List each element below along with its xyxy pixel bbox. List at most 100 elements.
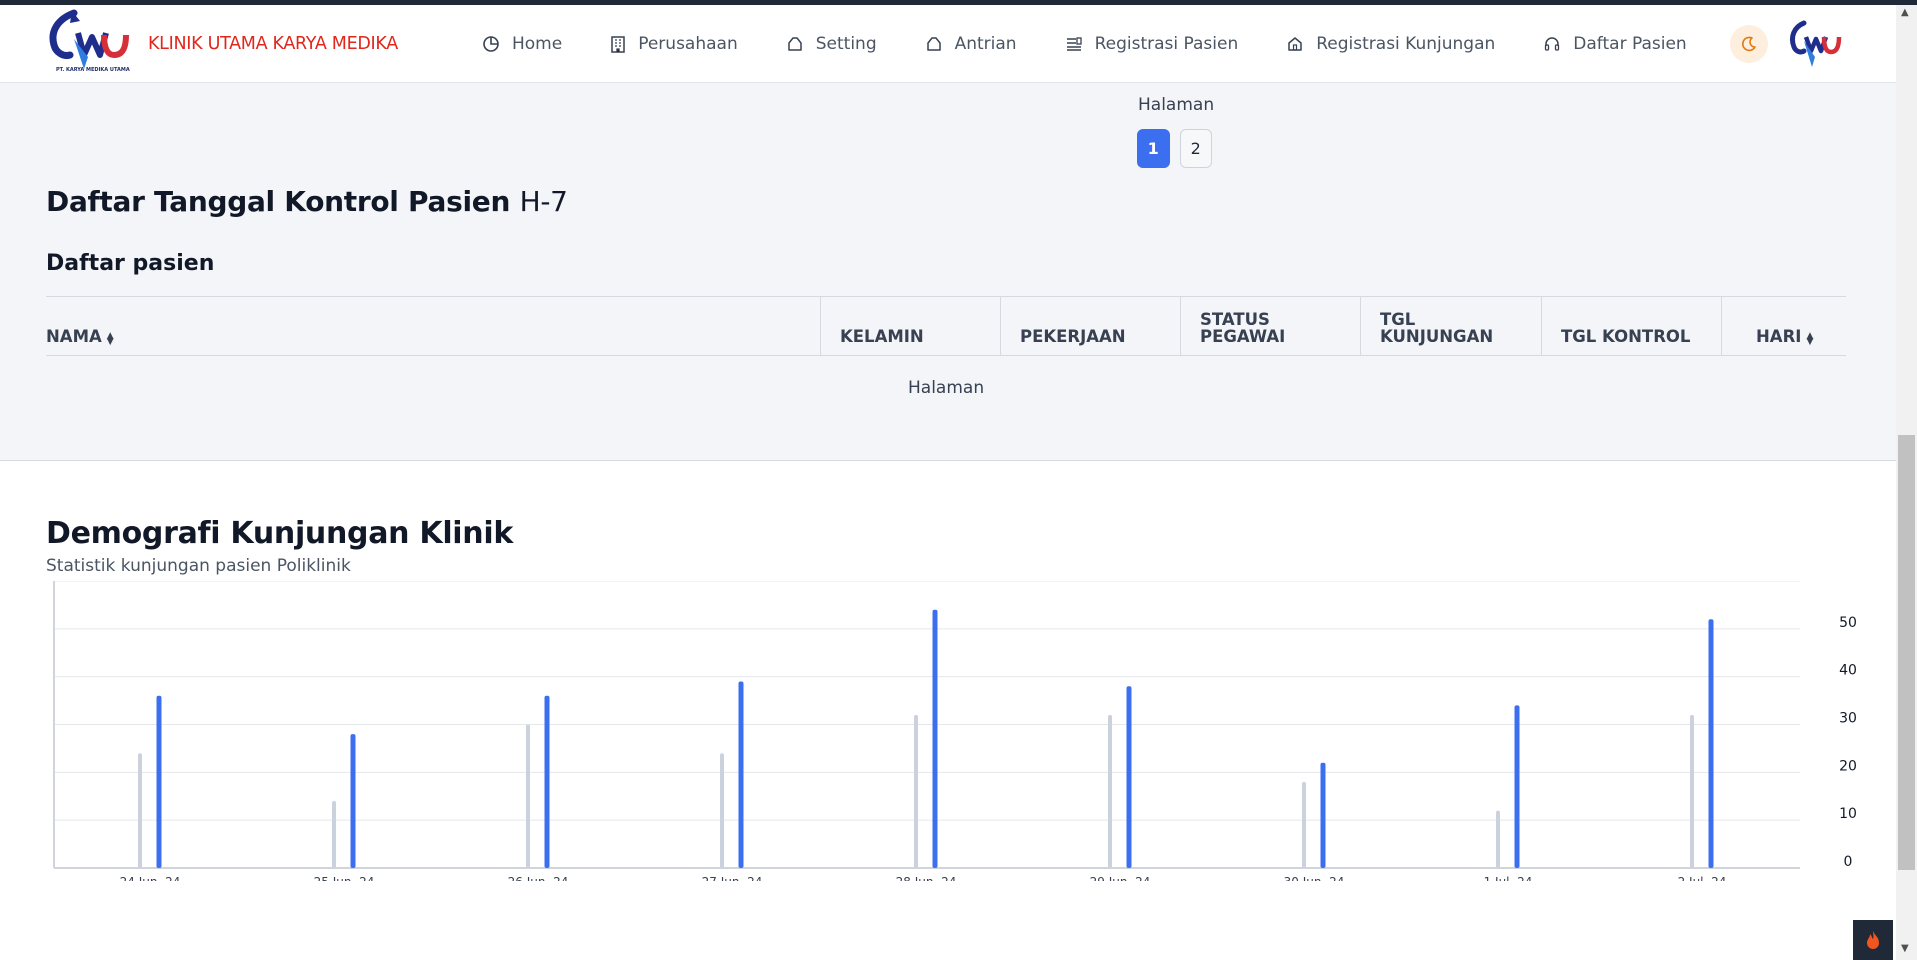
bar: [332, 801, 336, 868]
building-icon: [611, 36, 625, 53]
column-label-hari: HARI: [1756, 327, 1802, 346]
moon-icon: [1742, 36, 1756, 52]
bar: [526, 724, 530, 868]
page-2-button[interactable]: 2: [1179, 129, 1212, 168]
nav-setting-label: Setting: [815, 34, 877, 54]
nav-registrasi-kunjungan-label: Registrasi Kunjungan: [1316, 34, 1496, 54]
scrollbar[interactable]: ▲ ▼: [1896, 5, 1917, 960]
bar: [1708, 619, 1714, 868]
list-icon: [1066, 37, 1082, 51]
nav-setting[interactable]: Setting: [786, 34, 877, 54]
h7-section-title: Daftar Tanggal Kontrol Pasien H-7: [46, 185, 568, 218]
demografi-title: Demografi Kunjungan Klinik: [46, 516, 513, 551]
bar: [914, 714, 918, 868]
bar: [932, 609, 938, 868]
column-header-hari[interactable]: HARI ▲ ▼: [1721, 297, 1846, 355]
floating-action-button[interactable]: [1853, 920, 1893, 960]
h7-title-light: H-7: [519, 185, 568, 218]
bar: [1302, 781, 1306, 868]
nav-registrasi-pasien[interactable]: Registrasi Pasien: [1065, 34, 1239, 54]
column-label-tgl-kontrol: TGL KONTROL: [1561, 327, 1691, 346]
y-tick-label: 0: [1844, 854, 1853, 870]
bar: [138, 753, 142, 868]
nav-perusahaan-label: Perusahaan: [638, 34, 738, 54]
x-tick-label: 24 Jun, 24: [120, 875, 181, 881]
y-tick-label: 30: [1839, 711, 1857, 727]
column-header-tgl-kunjungan: TGL KUNJUNGAN: [1360, 297, 1541, 355]
x-tick-label: 2 Jul, 24: [1678, 875, 1727, 881]
nav-registrasi-kunjungan[interactable]: Registrasi Kunjungan: [1286, 34, 1495, 54]
column-label-status-pegawai: STATUS PEGAWAI: [1200, 310, 1286, 346]
brand[interactable]: PT. KARYA MEDIKA UTAMA KLINIK UTAMA KARY…: [44, 9, 398, 79]
y-tick-label: 20: [1839, 758, 1857, 774]
y-tick-label: 60: [1839, 581, 1857, 583]
column-label-tgl-kunjungan: TGL KUNJUNGAN: [1380, 310, 1494, 346]
nav-perusahaan[interactable]: Perusahaan: [610, 34, 738, 54]
logo-subtitle: PT. KARYA MEDIKA UTAMA: [56, 67, 130, 73]
clinic-logo: PT. KARYA MEDIKA UTAMA: [44, 9, 134, 79]
column-header-status-pegawai: STATUS PEGAWAI: [1180, 297, 1360, 355]
pagination-label: Halaman: [1138, 95, 1215, 115]
bar: [1496, 810, 1500, 868]
bar: [1514, 705, 1520, 868]
column-header-pekerjaan: PEKERJAAN: [1000, 297, 1180, 355]
home-icon: [1288, 37, 1302, 51]
pagination-buttons: 1 2: [1137, 129, 1212, 168]
h7-title-bold: Daftar Tanggal Kontrol Pasien: [46, 185, 511, 218]
scroll-down-arrow-icon[interactable]: ▼: [1901, 943, 1909, 954]
scroll-up-arrow-icon[interactable]: ▲: [1901, 7, 1909, 18]
column-header-kelamin: KELAMIN: [820, 297, 1000, 355]
headset-icon: [1545, 37, 1560, 51]
bar: [350, 734, 356, 868]
column-label-pekerjaan: PEKERJAAN: [1020, 327, 1126, 346]
demografi-section: Demografi Kunjungan Klinik Statistik kun…: [0, 461, 1896, 960]
bar: [1126, 686, 1132, 868]
x-tick-label: 29 Jun, 24: [1090, 875, 1151, 881]
nav-home[interactable]: Home: [482, 34, 562, 54]
column-header-nama[interactable]: NAMA ▲ ▼: [46, 297, 820, 355]
demografi-subtitle: Statistik kunjungan pasien Poliklinik: [46, 556, 351, 576]
pagination-top: Halaman 1 2: [1137, 95, 1215, 168]
table-pagination-label: Halaman: [908, 378, 985, 398]
x-tick-label: 26 Jun, 24: [508, 875, 569, 881]
folder-icon: [926, 37, 941, 51]
theme-toggle-button[interactable]: [1730, 25, 1768, 63]
nav-daftar-pasien-label: Daftar Pasien: [1573, 34, 1687, 54]
bar: [544, 695, 550, 868]
nav-daftar-pasien[interactable]: Daftar Pasien: [1543, 34, 1687, 54]
x-tick-label: 25 Jun, 24: [314, 875, 375, 881]
pie-chart-icon: [483, 36, 499, 52]
y-tick-label: 40: [1839, 663, 1857, 679]
column-header-tgl-kontrol: TGL KONTROL: [1541, 297, 1721, 355]
column-label-nama: NAMA: [46, 327, 102, 346]
patient-list-title: Daftar pasien: [46, 251, 215, 276]
visit-bar-chart: 0 10 20 30 40 50 60 24 Jun, 24 25 Jun, 24 26 Jun,…: [53, 581, 1857, 881]
x-tick-label: 30 Jun, 24: [1284, 875, 1345, 881]
bar: [1690, 714, 1694, 868]
bar: [1108, 714, 1112, 868]
folder-icon: [787, 37, 802, 51]
x-tick-label: 1 Jul, 24: [1484, 875, 1533, 881]
nav-antrian[interactable]: Antrian: [925, 34, 1017, 54]
bar: [1320, 762, 1326, 868]
bar: [720, 753, 724, 868]
nav-home-label: Home: [512, 34, 563, 54]
sort-icon[interactable]: ▲ ▼: [107, 332, 114, 347]
bar: [156, 695, 162, 868]
navbar: PT. KARYA MEDIKA UTAMA KLINIK UTAMA KARY…: [0, 5, 1896, 83]
sort-icon[interactable]: ▲ ▼: [1806, 332, 1813, 347]
bar: [738, 681, 744, 868]
y-tick-label: 50: [1839, 615, 1857, 631]
page-1-button[interactable]: 1: [1137, 129, 1170, 168]
y-tick-label: 10: [1839, 806, 1857, 822]
nav-registrasi-pasien-label: Registrasi Pasien: [1094, 34, 1239, 54]
avatar[interactable]: [1786, 17, 1842, 71]
main-nav: Home Perusahaan Setting Antrian Registra…: [482, 5, 1687, 83]
scrollbar-thumb[interactable]: [1898, 435, 1915, 870]
x-tick-label: 27 Jun, 24: [702, 875, 763, 881]
column-label-kelamin: KELAMIN: [840, 327, 924, 346]
brand-name[interactable]: KLINIK UTAMA KARYA MEDIKA: [148, 34, 398, 54]
x-tick-label: 28 Jun, 24: [896, 875, 957, 881]
nav-antrian-label: Antrian: [954, 34, 1017, 54]
flame-icon: [1867, 931, 1879, 949]
